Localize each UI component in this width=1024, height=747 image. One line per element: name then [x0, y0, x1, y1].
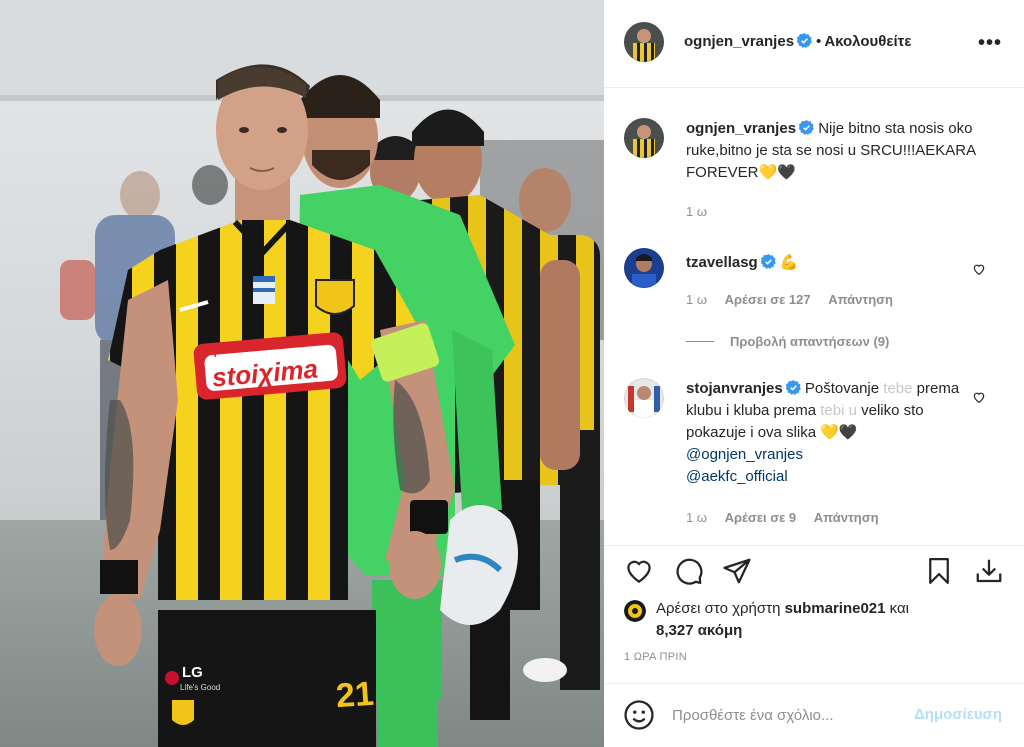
replies-divider [686, 341, 714, 342]
mention-link[interactable]: @ognjen_vranjes [686, 446, 803, 463]
commenter-avatar[interactable] [624, 248, 664, 288]
follow-status-button[interactable]: Ακολουθείτε [824, 33, 911, 50]
add-comment-bar: Δημοσίευση [604, 683, 1024, 747]
verified-badge-icon [785, 380, 801, 395]
liker-username[interactable]: submarine021 [785, 600, 886, 617]
reply-button[interactable]: Απάντηση [828, 292, 893, 307]
sleeve-sponsor-sub: Life's Good [180, 683, 221, 692]
comment-input[interactable] [672, 702, 892, 728]
comment-meta: 1 ω Αρέσει σε 127 Απάντηση [686, 292, 907, 307]
sleeve-sponsor-text: LG [182, 664, 203, 681]
save-bookmark-icon[interactable] [924, 556, 954, 586]
more-options-icon[interactable]: ••• [978, 32, 1002, 55]
comment-body-faded: tebi u [820, 402, 857, 419]
download-icon[interactable] [974, 556, 1004, 586]
post-details-panel: ognjen_vranjes • Ακολουθείτε ••• ognjen_vr… [604, 0, 1024, 747]
liker-avatar[interactable] [624, 600, 646, 622]
comment-text: tzavellasg 💪 [686, 252, 986, 274]
share-send-icon[interactable] [722, 556, 752, 586]
comment-bubble-icon[interactable] [674, 556, 704, 586]
jersey-number: 21 [334, 674, 376, 716]
comment-body-part: Poštovanje [804, 380, 884, 397]
header-separator: • [816, 33, 822, 50]
post-timestamp[interactable]: 1 ΩΡΑ ΠΡΙΝ [624, 651, 687, 663]
comment-likes[interactable]: Αρέσει σε 127 [725, 292, 811, 307]
likes-text: Αρέσει στο χρήστη submarine021 και 8,327… [656, 598, 986, 642]
reply-button[interactable]: Απάντηση [814, 510, 879, 525]
emoji-icon[interactable] [622, 698, 656, 732]
comment-likes[interactable]: Αρέσει σε 9 [725, 510, 797, 525]
verified-badge-icon [799, 120, 814, 135]
commenter-username[interactable]: stojanvranjes [686, 380, 783, 397]
comments-list[interactable]: ognjen_vranjes Nije bitno sta nosis oko … [604, 88, 1024, 545]
action-bar: Αρέσει στο χρήστη submarine021 και 8,327… [604, 545, 1024, 650]
comment-text: stojanvranjes Poštovanje tebe prema klub… [686, 378, 976, 488]
likes-prefix: Αρέσει στο χρήστη [656, 600, 785, 617]
like-comment-heart-icon[interactable] [972, 390, 986, 404]
like-heart-icon[interactable] [624, 556, 654, 586]
comment-meta: 1 ω Αρέσει σε 9 Απάντηση [686, 510, 893, 525]
view-replies-button[interactable]: Προβολή απαντήσεων (9) [686, 334, 889, 349]
verified-badge-icon [797, 33, 812, 48]
likes-count[interactable]: 8,327 ακόμη [656, 622, 742, 639]
comment-body: 💪 [779, 254, 799, 271]
header-user-line: ognjen_vranjes • Ακολουθείτε [684, 33, 911, 50]
like-comment-heart-icon[interactable] [972, 262, 986, 276]
caption-time[interactable]: 1 ω [686, 204, 707, 219]
caption-text: ognjen_vranjes Nije bitno sta nosis oko … [686, 118, 986, 184]
author-username[interactable]: ognjen_vranjes [684, 33, 794, 50]
verified-badge-icon [760, 254, 776, 269]
comment-item: tzavellasg 💪 1 ω Αρέσει σε 127 Απάντηση [624, 248, 1004, 338]
author-avatar[interactable] [624, 22, 664, 62]
post-header: ognjen_vranjes • Ακολουθείτε ••• [604, 0, 1024, 88]
post-photo[interactable]: pame stoiχima LG Life's Good 21 [0, 0, 604, 747]
sponsor-top-text: pame [213, 340, 246, 358]
commenter-username[interactable]: tzavellasg [686, 254, 758, 271]
commenter-avatar[interactable] [624, 378, 664, 418]
comment-time[interactable]: 1 ω [686, 510, 707, 525]
comment-item: stojanvranjes Poštovanje tebe prema klub… [624, 378, 1004, 528]
view-replies-label: Προβολή απαντήσεων (9) [730, 334, 890, 349]
post-comment-button[interactable]: Δημοσίευση [914, 706, 1002, 723]
caption-meta: 1 ω [686, 204, 721, 219]
caption-avatar[interactable] [624, 118, 664, 158]
caption-comment: ognjen_vranjes Nije bitno sta nosis oko … [624, 118, 1004, 228]
likes-middle: και [885, 600, 909, 617]
caption-username[interactable]: ognjen_vranjes [686, 120, 796, 137]
comment-time[interactable]: 1 ω [686, 292, 707, 307]
comment-body-faded: tebe [883, 380, 913, 397]
mention-link[interactable]: @aekfc_official [686, 468, 788, 485]
